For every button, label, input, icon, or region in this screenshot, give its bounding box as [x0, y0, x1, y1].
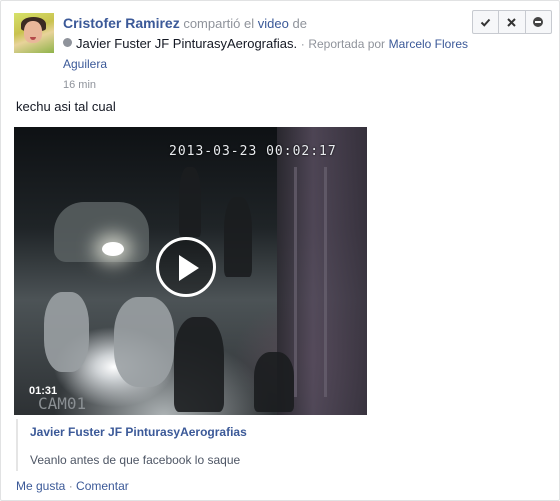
minus-circle-icon [533, 17, 544, 27]
globe-icon [63, 38, 72, 47]
attachment-box: Javier Fuster JF PinturasyAerografias Ve… [16, 419, 368, 471]
object-suffix: de [292, 16, 307, 31]
post-timestamp[interactable]: 16 min [63, 79, 96, 91]
video-scene-figure [224, 197, 252, 277]
attachment-title-link[interactable]: Javier Fuster JF PinturasyAerografias [30, 425, 247, 439]
play-icon [179, 255, 199, 281]
video-scene-detail [294, 167, 297, 397]
reported-by-link-cont[interactable]: Aguilera [63, 57, 107, 71]
video-link[interactable]: video [258, 16, 289, 31]
separator-dot: · [300, 37, 305, 51]
video-scene-motorbike [254, 352, 294, 412]
play-button[interactable] [156, 237, 216, 297]
dismiss-button[interactable] [499, 11, 526, 33]
video-scene-detail [324, 167, 327, 397]
author-avatar[interactable] [14, 13, 54, 53]
video-overlay-timestamp: 2013-03-23 00:02:17 [169, 144, 337, 159]
feed-story-card: Cristofer Ramirez compartió el video de … [0, 0, 560, 501]
attachment-description: Veanlo antes de que facebook lo saque [30, 453, 241, 467]
story-header: Cristofer Ramirez compartió el video de … [63, 13, 483, 95]
video-duration: 01:31 [29, 385, 58, 397]
video-scene-headlight [102, 242, 124, 256]
author-name-link[interactable]: Cristofer Ramirez [63, 15, 180, 31]
comment-link[interactable]: Comentar [76, 479, 129, 493]
like-link[interactable]: Me gusta [16, 479, 65, 493]
video-scene-figure [179, 167, 201, 237]
moderation-actions [472, 10, 552, 34]
close-icon [507, 17, 517, 27]
reported-by-label: Reportada por [308, 37, 386, 51]
approve-button[interactable] [473, 11, 500, 33]
reported-by-link[interactable]: Marcelo Flores [389, 37, 468, 51]
story-footer: Me gusta · Comentar [16, 479, 129, 493]
video-scene-figure [114, 297, 174, 387]
source-page-link[interactable]: Javier Fuster JF PinturasyAerografias. [76, 36, 297, 51]
video-scene-figure [44, 292, 89, 372]
video-player[interactable]: 2013-03-23 00:02:17 CAM01 01:31 [14, 127, 367, 415]
status-message: kechu asi tal cual [16, 99, 116, 114]
hide-button[interactable] [526, 11, 551, 33]
shared-text: compartió el [183, 16, 255, 31]
video-scene-car [54, 202, 149, 262]
check-icon [480, 18, 491, 27]
video-scene-motorbike [174, 317, 224, 412]
footer-separator: · [68, 479, 73, 493]
